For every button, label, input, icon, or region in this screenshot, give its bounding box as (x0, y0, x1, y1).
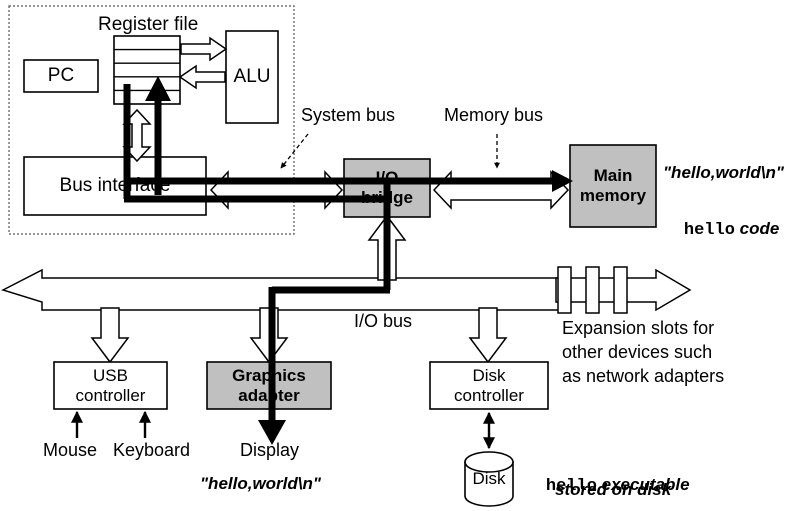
disk-annotation-line2: stored on disk (555, 480, 672, 499)
regfile-to-alu-arrow (180, 36, 228, 62)
display-string-annotation: "hello,world\n" (200, 474, 321, 493)
main-memory-code-mono: hello (683, 221, 735, 241)
main-memory-string-annotation: "hello,world\n" (663, 163, 784, 182)
diagram-canvas: Register file PC ALU Bus interface Syste… (0, 0, 797, 511)
expansion-slots-caption-line3: as network adapters (562, 366, 725, 386)
disk-controller-box (429, 361, 549, 410)
expansion-slots-caption-line2: other devices such (562, 342, 713, 362)
expansion-slot (613, 266, 628, 314)
mouse-label: Mouse (43, 440, 98, 460)
expansion-slot (585, 266, 600, 314)
main-memory-box (569, 144, 657, 228)
io-bus-to-usb-arrow (90, 307, 130, 364)
main-memory-code-annotation: hello code (665, 199, 779, 261)
pc-box (23, 59, 99, 93)
system-bus-arrow (209, 170, 344, 210)
memory-bus-arrow (432, 170, 570, 210)
bus-interface-box (23, 156, 207, 216)
memory-bus-label: Memory bus (444, 105, 544, 125)
io-bus-to-disk-arrow (468, 307, 508, 364)
alu-box (225, 30, 279, 124)
expansion-slots-caption-line1: Expansion slots for (562, 318, 715, 338)
keyboard-label: Keyboard (113, 440, 191, 460)
expansion-slot (557, 266, 572, 314)
system-bus-label: System bus (301, 105, 396, 125)
io-bus-label: I/O bus (354, 311, 413, 331)
register-file-label: Register file (98, 14, 199, 35)
display-label: Display (240, 440, 300, 460)
disk-cylinder-top (464, 451, 514, 473)
main-memory-code-rest: code (734, 219, 780, 239)
usb-controller-box (53, 361, 168, 410)
alu-to-regfile-arrow (178, 64, 226, 90)
